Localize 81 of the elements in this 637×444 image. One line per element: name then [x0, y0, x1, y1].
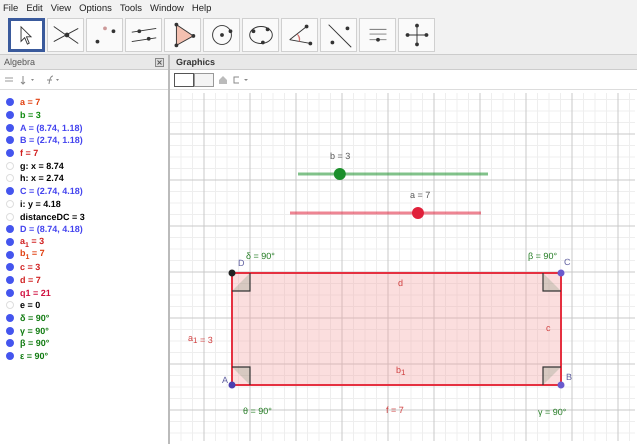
algebra-entry[interactable]: C = (2.74, 4.18) [20, 186, 83, 196]
visibility-dot[interactable] [6, 200, 14, 208]
visibility-dot[interactable] [6, 212, 14, 221]
point-label: D [238, 258, 244, 268]
algebra-entry[interactable]: b = 3 [20, 110, 41, 120]
visibility-dot[interactable] [6, 111, 14, 120]
right-angle-mark [542, 366, 562, 386]
algebra-entry[interactable]: f = 7 [20, 148, 38, 158]
algebra-entry[interactable]: h: x = 2.74 [20, 173, 64, 184]
visibility-dot[interactable] [6, 314, 14, 322]
close-icon[interactable] [155, 58, 164, 66]
algebra-entry[interactable]: D = (8.74, 4.18) [20, 224, 83, 234]
algebra-entry[interactable]: β = 90° [20, 338, 50, 348]
visibility-dot[interactable] [6, 263, 14, 272]
slider-label: a = 7 [410, 190, 430, 200]
menu-item[interactable]: Options [79, 3, 112, 14]
segment-label: a$_{1}$ = 3 [188, 333, 213, 345]
algebra-entry[interactable]: b$_{1}$ = 7 [20, 248, 45, 261]
visibility-dot[interactable] [6, 288, 14, 297]
algebra-entry[interactable]: a$_{1}$ = 3 [20, 236, 44, 248]
menu-item[interactable]: Edit [26, 3, 43, 14]
right-angle-mark [231, 366, 251, 386]
algebra-entry[interactable]: q1 = 21 [20, 288, 51, 298]
segment-label: d [398, 278, 404, 288]
visibility-dot[interactable] [6, 225, 14, 234]
slider-label: b = 3 [330, 151, 350, 161]
menu-item[interactable]: Help [192, 3, 212, 14]
slider-thumb[interactable] [412, 207, 424, 219]
algebra-entry[interactable]: B = (2.74, 1.18) [20, 135, 83, 146]
algebra-entry[interactable]: c = 3 [20, 262, 40, 272]
visibility-dot[interactable] [6, 187, 14, 196]
menu-item[interactable]: File [3, 3, 18, 14]
segment-label: f = 7 [386, 405, 404, 415]
point-label: A [222, 375, 228, 385]
algebra-entry[interactable]: distanceDC = 3 [20, 212, 85, 222]
visibility-dot[interactable] [6, 250, 14, 259]
angle-label: γ = 90° [538, 407, 566, 417]
algebra-entry[interactable]: ε = 90° [20, 351, 48, 362]
algebra-entry[interactable]: g: x = 8.74 [20, 160, 64, 171]
visibility-dot[interactable] [6, 124, 14, 132]
panel-title: Graphics [176, 57, 216, 67]
point-label: B [566, 372, 572, 382]
algebra-entry[interactable]: i: y = 4.18 [20, 198, 61, 209]
right-angle-mark [542, 272, 562, 292]
point[interactable] [228, 382, 236, 388]
slider-thumb[interactable] [334, 168, 346, 180]
point-label: C [564, 257, 570, 267]
menu-item[interactable]: Tools [120, 3, 142, 14]
angle-label: θ = 90° [243, 406, 272, 416]
point[interactable] [228, 270, 236, 276]
visibility-dot[interactable] [6, 98, 14, 106]
visibility-dot[interactable] [6, 352, 14, 360]
menu-item[interactable]: Window [150, 3, 184, 14]
visibility-dot[interactable] [6, 162, 14, 170]
segment-label: b$_{1}$ [396, 365, 406, 377]
panel-title: Algebra [4, 57, 36, 67]
algebra-entry[interactable]: a = 7 [20, 97, 40, 108]
lines-icon[interactable] [4, 74, 14, 84]
angle-label: β = 90° [528, 251, 558, 261]
menu-item[interactable]: View [50, 3, 72, 14]
algebra-entry[interactable]: A = (8.74, 1.18) [20, 122, 82, 133]
visibility-dot[interactable] [6, 339, 14, 348]
tool-button[interactable] [8, 18, 45, 52]
segment-label: c [546, 323, 550, 333]
slider[interactable] [298, 168, 488, 180]
right-angle-mark [231, 272, 251, 292]
visibility-dot[interactable] [6, 174, 14, 182]
angle-label: δ = 90° [246, 251, 275, 261]
visibility-dot[interactable] [6, 301, 14, 310]
function-dropdown-icon[interactable] [44, 74, 62, 84]
algebra-entry[interactable]: γ = 90° [20, 326, 49, 336]
algebra-entry[interactable]: δ = 90° [20, 313, 50, 324]
visibility-dot[interactable] [6, 149, 14, 158]
slider[interactable] [290, 207, 481, 219]
visibility-dot[interactable] [6, 136, 14, 144]
visibility-dot[interactable] [6, 238, 14, 246]
visibility-dot[interactable] [6, 276, 14, 284]
algebra-entry[interactable]: e = 0 [20, 300, 40, 310]
visibility-dot[interactable] [6, 326, 14, 335]
axes-grid-toggle-icon[interactable] [174, 72, 214, 86]
algebra-entry[interactable]: d = 7 [20, 274, 41, 285]
